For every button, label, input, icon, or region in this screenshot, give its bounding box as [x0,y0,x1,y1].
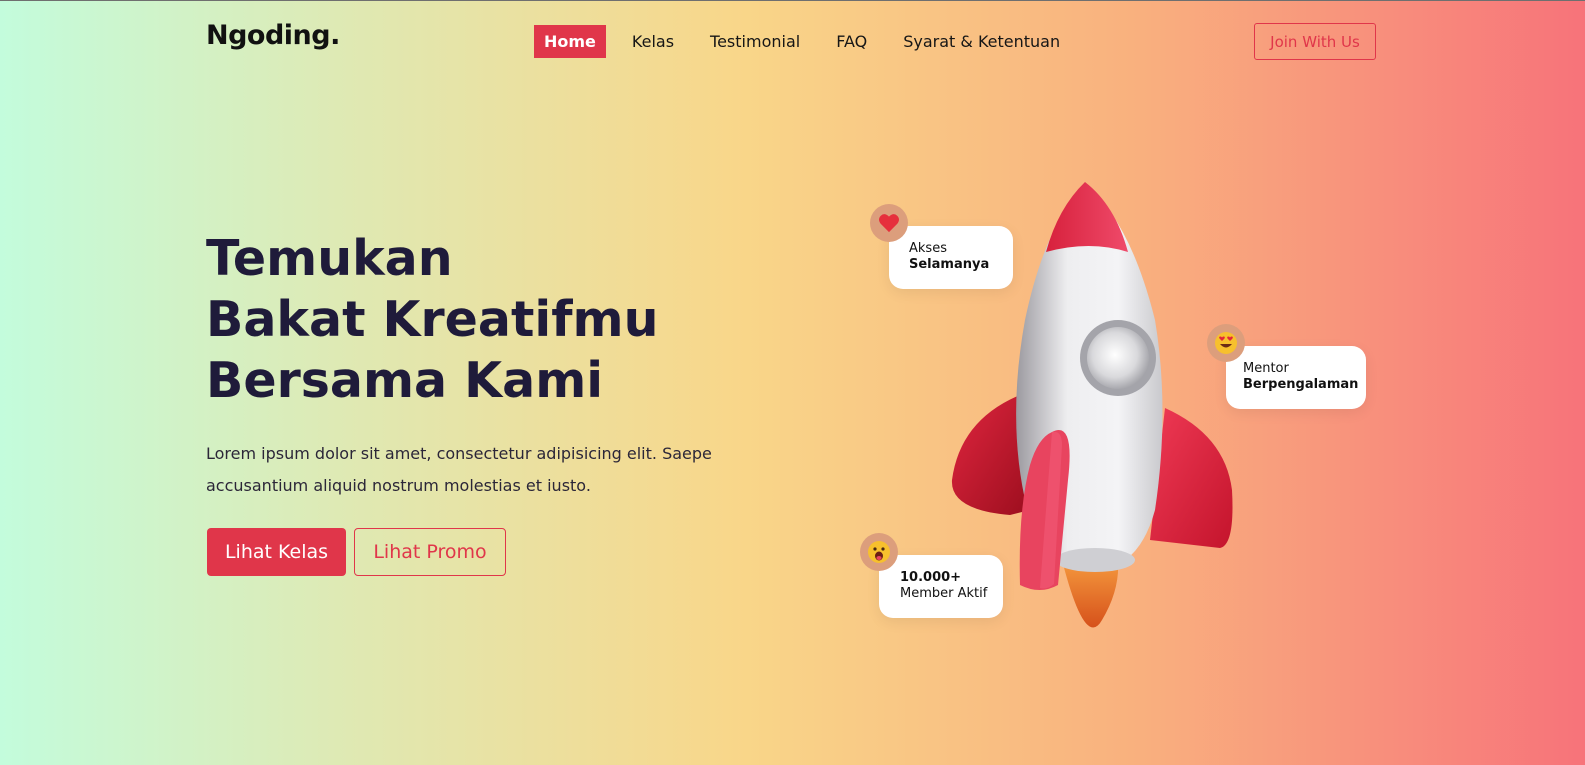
lihat-kelas-button[interactable]: Lihat Kelas [207,528,346,576]
feature-value: Selamanya [909,257,990,272]
brand-logo[interactable]: Ngoding. [206,20,340,51]
lihat-promo-button[interactable]: Lihat Promo [354,528,506,576]
top-border [0,0,1585,1]
feature-value: Berpengalaman [1243,377,1359,392]
feature-card-active-members: 10.000+ Member Aktif [879,555,1003,618]
main-nav: Home Kelas Testimonial FAQ Syarat & Kete… [534,25,1086,58]
feature-card-lifetime-access: Akses Selamanya [889,226,1013,289]
join-button[interactable]: Join With Us [1254,23,1376,60]
hero-title-line-3: Bersama Kami [206,352,604,409]
hero-description: Lorem ipsum dolor sit amet, consectetur … [206,444,712,495]
hungry-emoji-icon [860,533,898,571]
nav-item-faq[interactable]: FAQ [826,25,877,58]
nav-item-home[interactable]: Home [534,25,606,58]
feature-label: Akses [909,241,947,256]
feature-label: Mentor [1243,361,1289,376]
feature-value: 10.000+ [900,570,962,585]
feature-card-experienced-mentor: Mentor Berpengalaman [1226,346,1366,409]
heart-icon [870,204,908,242]
hero-title-line-2: Bakat Kreatifmu [206,291,659,348]
nav-item-syarat-ketentuan[interactable]: Syarat & Ketentuan [893,25,1070,58]
nav-item-testimonial[interactable]: Testimonial [700,25,810,58]
hero-title-line-1: Temukan [206,230,453,287]
hero-title: Temukan Bakat Kreatifmu Bersama Kami [206,228,658,411]
nav-item-kelas[interactable]: Kelas [622,25,684,58]
heart-eyes-emoji-icon [1207,324,1245,362]
feature-label: Member Aktif [900,586,988,601]
